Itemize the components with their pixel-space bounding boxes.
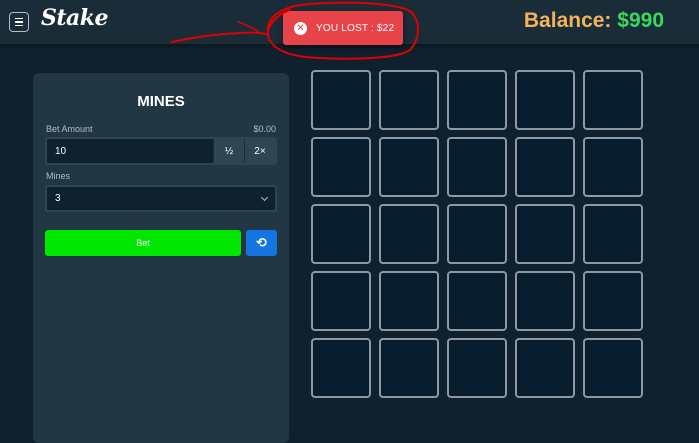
mine-tile[interactable] — [379, 70, 439, 130]
balance-value: $990 — [617, 9, 664, 32]
mine-tile[interactable] — [447, 271, 507, 331]
mine-tile[interactable] — [583, 70, 643, 130]
mine-tile[interactable] — [379, 338, 439, 398]
mine-tile[interactable] — [447, 70, 507, 130]
stake-logo[interactable]: Stake — [41, 5, 109, 31]
mines-select[interactable]: 3 — [45, 185, 277, 212]
mine-tile[interactable] — [311, 204, 371, 264]
mine-tile[interactable] — [447, 137, 507, 197]
mine-tile[interactable] — [583, 137, 643, 197]
mine-tile[interactable] — [311, 137, 371, 197]
double-bet-button[interactable]: 2× — [244, 139, 275, 163]
mine-tile[interactable] — [583, 204, 643, 264]
balance-label: Balance: — [523, 9, 612, 32]
mine-tile[interactable] — [515, 70, 575, 130]
balance-display: Balance: $990 — [524, 9, 664, 33]
mines-grid — [311, 70, 643, 398]
bet-panel: MINES Bet Amount $0.00 ½ 2× Mines 3 Bet … — [33, 73, 289, 443]
toast-message: YOU LOST : $22 — [316, 22, 395, 34]
bet-amount-input[interactable] — [47, 139, 213, 163]
close-circle-icon[interactable]: ✕ — [294, 21, 307, 35]
mines-select-value: 3 — [55, 193, 61, 204]
mine-tile[interactable] — [379, 204, 439, 264]
mine-tile[interactable] — [583, 271, 643, 331]
mine-tile[interactable] — [515, 137, 575, 197]
bet-amount-field: ½ 2× — [45, 137, 277, 165]
mine-tile[interactable] — [447, 338, 507, 398]
bet-button[interactable]: Bet — [45, 230, 241, 256]
mine-tile[interactable] — [515, 338, 575, 398]
loss-toast: ✕ YOU LOST : $22 — [283, 11, 403, 45]
hamburger-icon — [15, 17, 23, 20]
mine-tile[interactable] — [379, 137, 439, 197]
reset-button[interactable]: ⟲ — [246, 230, 277, 256]
mines-label: Mines — [46, 171, 71, 181]
chevron-down-icon — [260, 193, 269, 201]
half-bet-button[interactable]: ½ — [213, 139, 244, 163]
mine-tile[interactable] — [447, 204, 507, 264]
mine-tile[interactable] — [311, 338, 371, 398]
panel-title: MINES — [137, 93, 185, 110]
bet-amount-usd: $0.00 — [253, 124, 276, 134]
mine-tile[interactable] — [311, 271, 371, 331]
mine-tile[interactable] — [311, 70, 371, 130]
mine-tile[interactable] — [379, 271, 439, 331]
mine-tile[interactable] — [583, 338, 643, 398]
menu-button[interactable] — [9, 12, 29, 32]
bet-amount-label: Bet Amount — [46, 124, 93, 134]
reset-icon: ⟲ — [256, 235, 267, 250]
mine-tile[interactable] — [515, 271, 575, 331]
mine-tile[interactable] — [515, 204, 575, 264]
